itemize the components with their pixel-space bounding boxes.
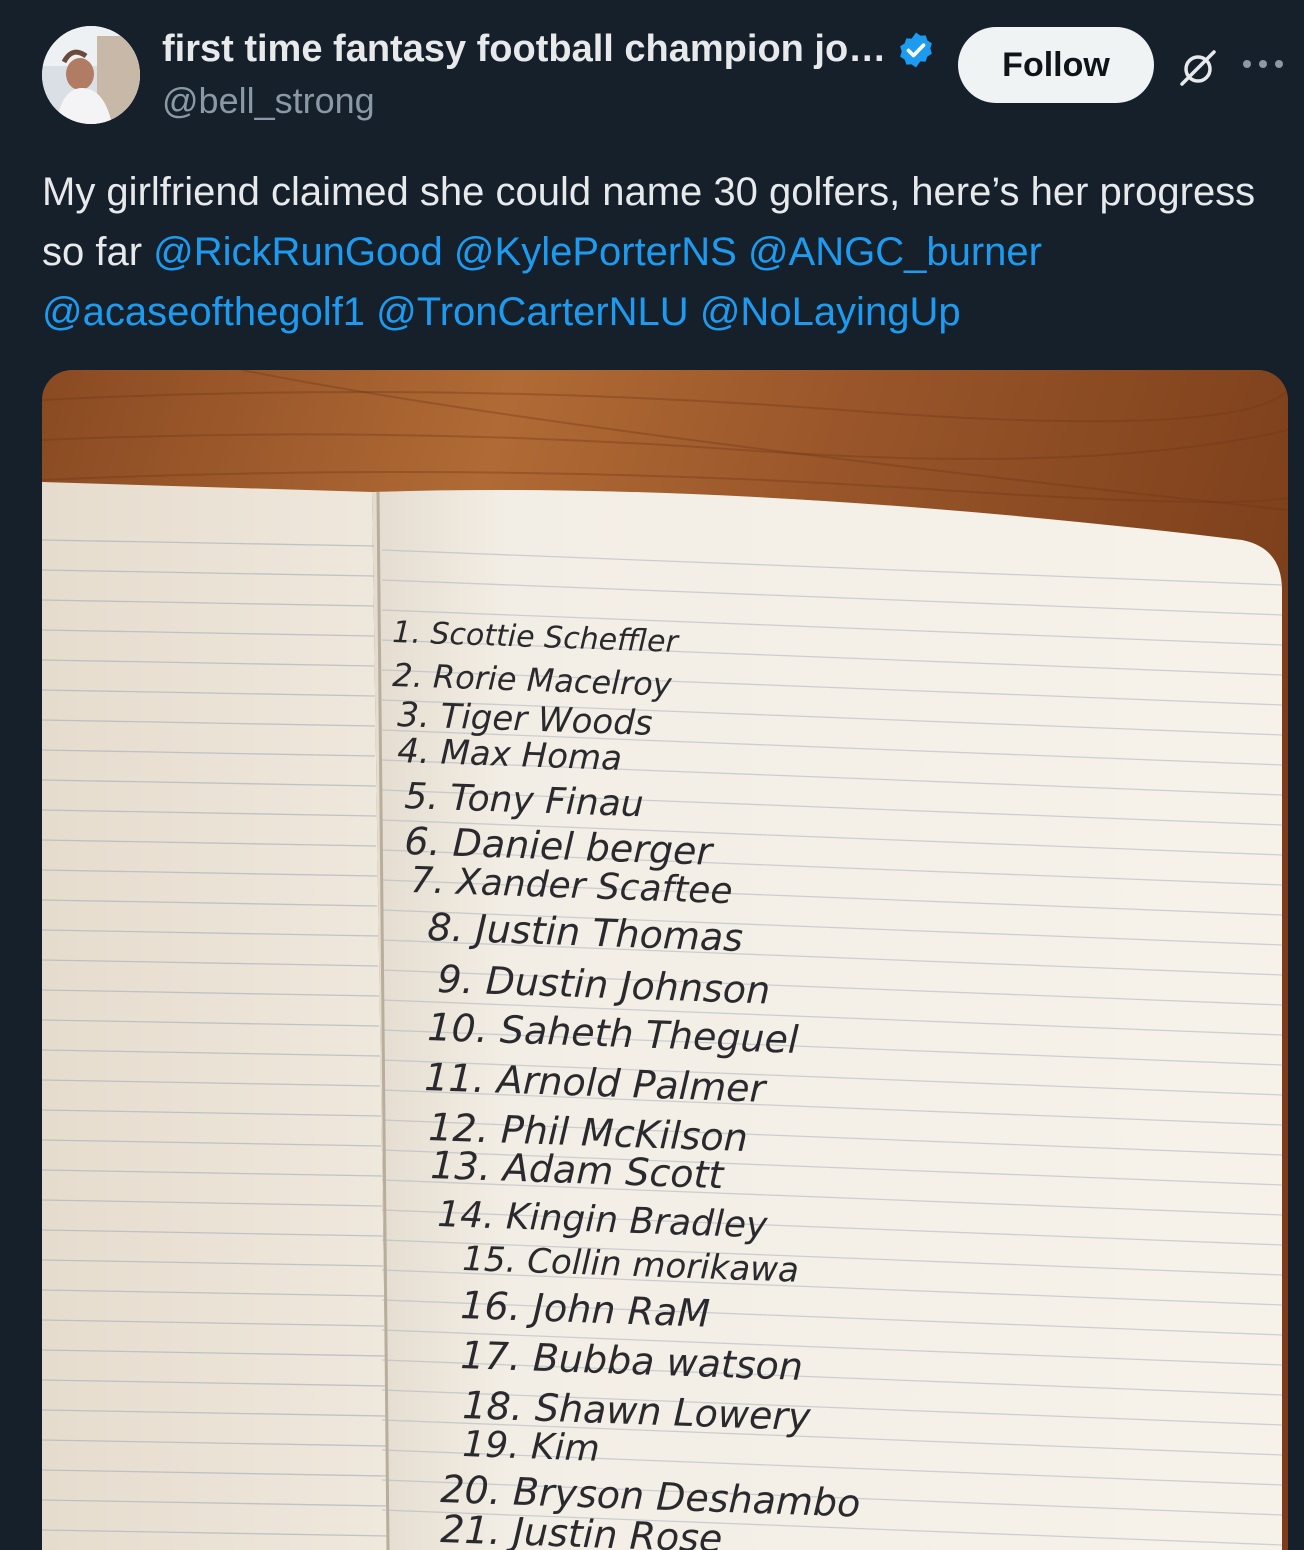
verified-badge-icon [900,32,932,68]
mention-link[interactable]: @RickRunGood [153,230,443,274]
handwritten-line: 16. John RaM [460,1283,711,1336]
author-handle[interactable]: @bell_strong [162,80,375,122]
mention-link[interactable]: @NoLayingUp [700,290,961,334]
post-image[interactable]: 1. Scottie Scheffler 2. Rorie Macelroy 3… [42,370,1288,1550]
avatar-photo [42,26,140,124]
notebook-photo: 1. Scottie Scheffler 2. Rorie Macelroy 3… [42,370,1288,1550]
post-text: My girlfriend claimed she could name 30 … [42,162,1272,342]
handwritten-line: 4. Max Homa [397,731,623,779]
handwritten-line: 19. Kim [462,1424,601,1470]
mention-link[interactable]: @ANGC_burner [748,230,1042,274]
handwritten-line: 5. Tony Finau [404,776,645,825]
mention-link[interactable]: @KylePorterNS [454,230,737,274]
follow-button[interactable]: Follow [958,27,1154,103]
mention-link[interactable]: @acaseofthegolf1 [42,290,365,334]
mention-link[interactable]: @TronCarterNLU [376,290,689,334]
author-display-name[interactable]: first time fantasy football champion jo… [162,28,886,71]
grok-icon[interactable] [1176,48,1220,88]
more-icon[interactable] [1240,52,1286,76]
avatar[interactable] [42,26,140,124]
